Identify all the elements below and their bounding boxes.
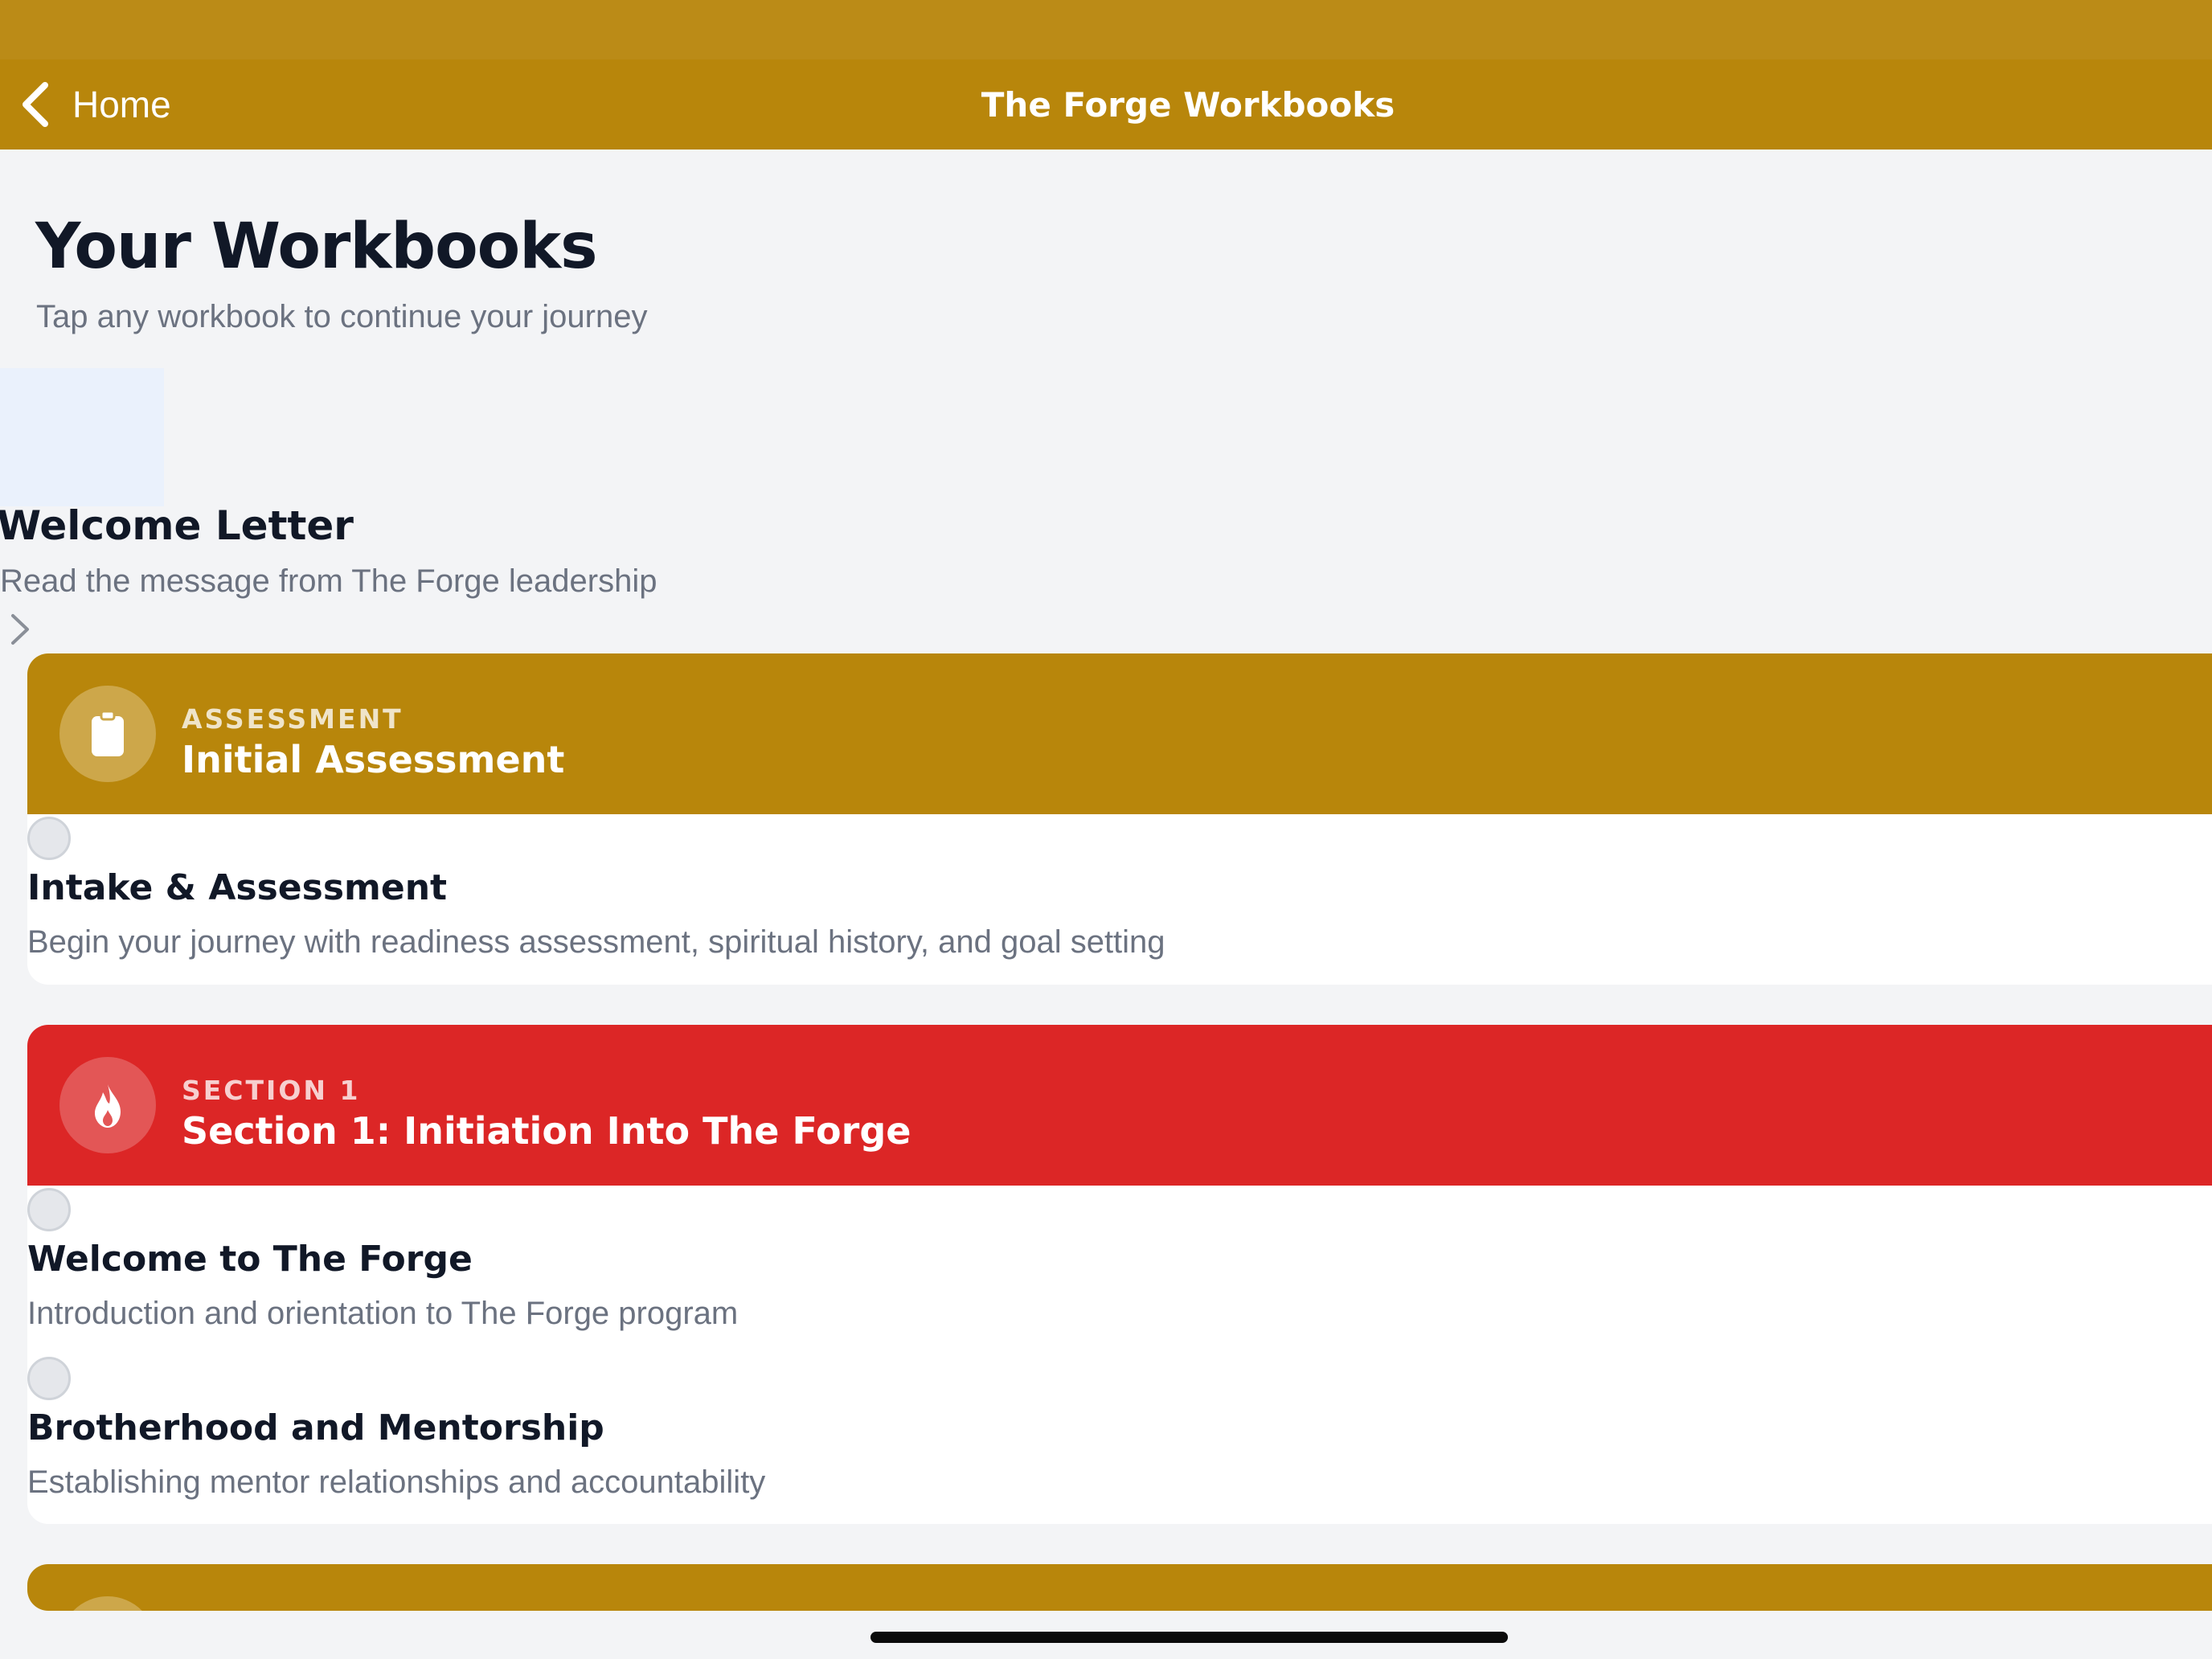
workbook-description: Introduction and orientation to The Forg… <box>27 1296 739 1331</box>
welcome-letter-title: Welcome Letter <box>0 502 354 549</box>
flame-icon <box>95 1084 121 1128</box>
workbook-item-brotherhood[interactable]: Brotherhood and Mentorship Establishing … <box>27 1354 2212 1524</box>
welcome-letter-thumbnail <box>0 368 164 506</box>
section-title: Initial Assessment <box>182 738 565 781</box>
clipboard-icon <box>92 710 124 756</box>
section-header[interactable]: ASSESSMENT Initial Assessment <box>27 653 2212 814</box>
section-card-next[interactable] <box>27 1564 2212 1611</box>
section-icon-badge <box>59 1057 156 1153</box>
section-icon-badge <box>59 1596 156 1611</box>
section-eyebrow: ASSESSMENT <box>182 703 403 735</box>
section-header[interactable]: SECTION 1 Section 1: Initiation Into The… <box>27 1025 2212 1186</box>
workbook-title: Intake & Assessment <box>27 867 448 908</box>
page-title: Your Workbooks <box>35 211 598 283</box>
completion-radio[interactable] <box>27 1357 71 1400</box>
completion-radio[interactable] <box>27 1188 71 1231</box>
section-icon-badge <box>59 686 156 782</box>
workbook-item-welcome[interactable]: Welcome to The Forge Introduction and or… <box>27 1186 2212 1354</box>
navigation-bar: Home The Forge Workbooks <box>0 59 2212 150</box>
page-subtitle: Tap any workbook to continue your journe… <box>36 299 648 334</box>
section-card-section-1: SECTION 1 Section 1: Initiation Into The… <box>27 1025 2212 1524</box>
completion-radio[interactable] <box>27 817 71 860</box>
welcome-letter-description: Read the message from The Forge leadersh… <box>0 563 657 599</box>
nav-title: The Forge Workbooks <box>981 84 1395 125</box>
workbook-item-intake[interactable]: Intake & Assessment Begin your journey w… <box>27 814 2212 985</box>
home-indicator[interactable] <box>870 1632 1508 1643</box>
section-title: Section 1: Initiation Into The Forge <box>182 1109 911 1153</box>
section-eyebrow: SECTION 1 <box>182 1075 361 1106</box>
workbook-title: Welcome to The Forge <box>27 1239 473 1280</box>
workbook-title: Brotherhood and Mentorship <box>27 1407 604 1448</box>
status-bar <box>0 0 2212 59</box>
chevron-right-icon <box>11 614 29 645</box>
section-card-assessment: ASSESSMENT Initial Assessment Intake & A… <box>27 653 2212 985</box>
workbook-description: Establishing mentor relationships and ac… <box>27 1464 766 1500</box>
workbook-description: Begin your journey with readiness assess… <box>27 924 1165 960</box>
